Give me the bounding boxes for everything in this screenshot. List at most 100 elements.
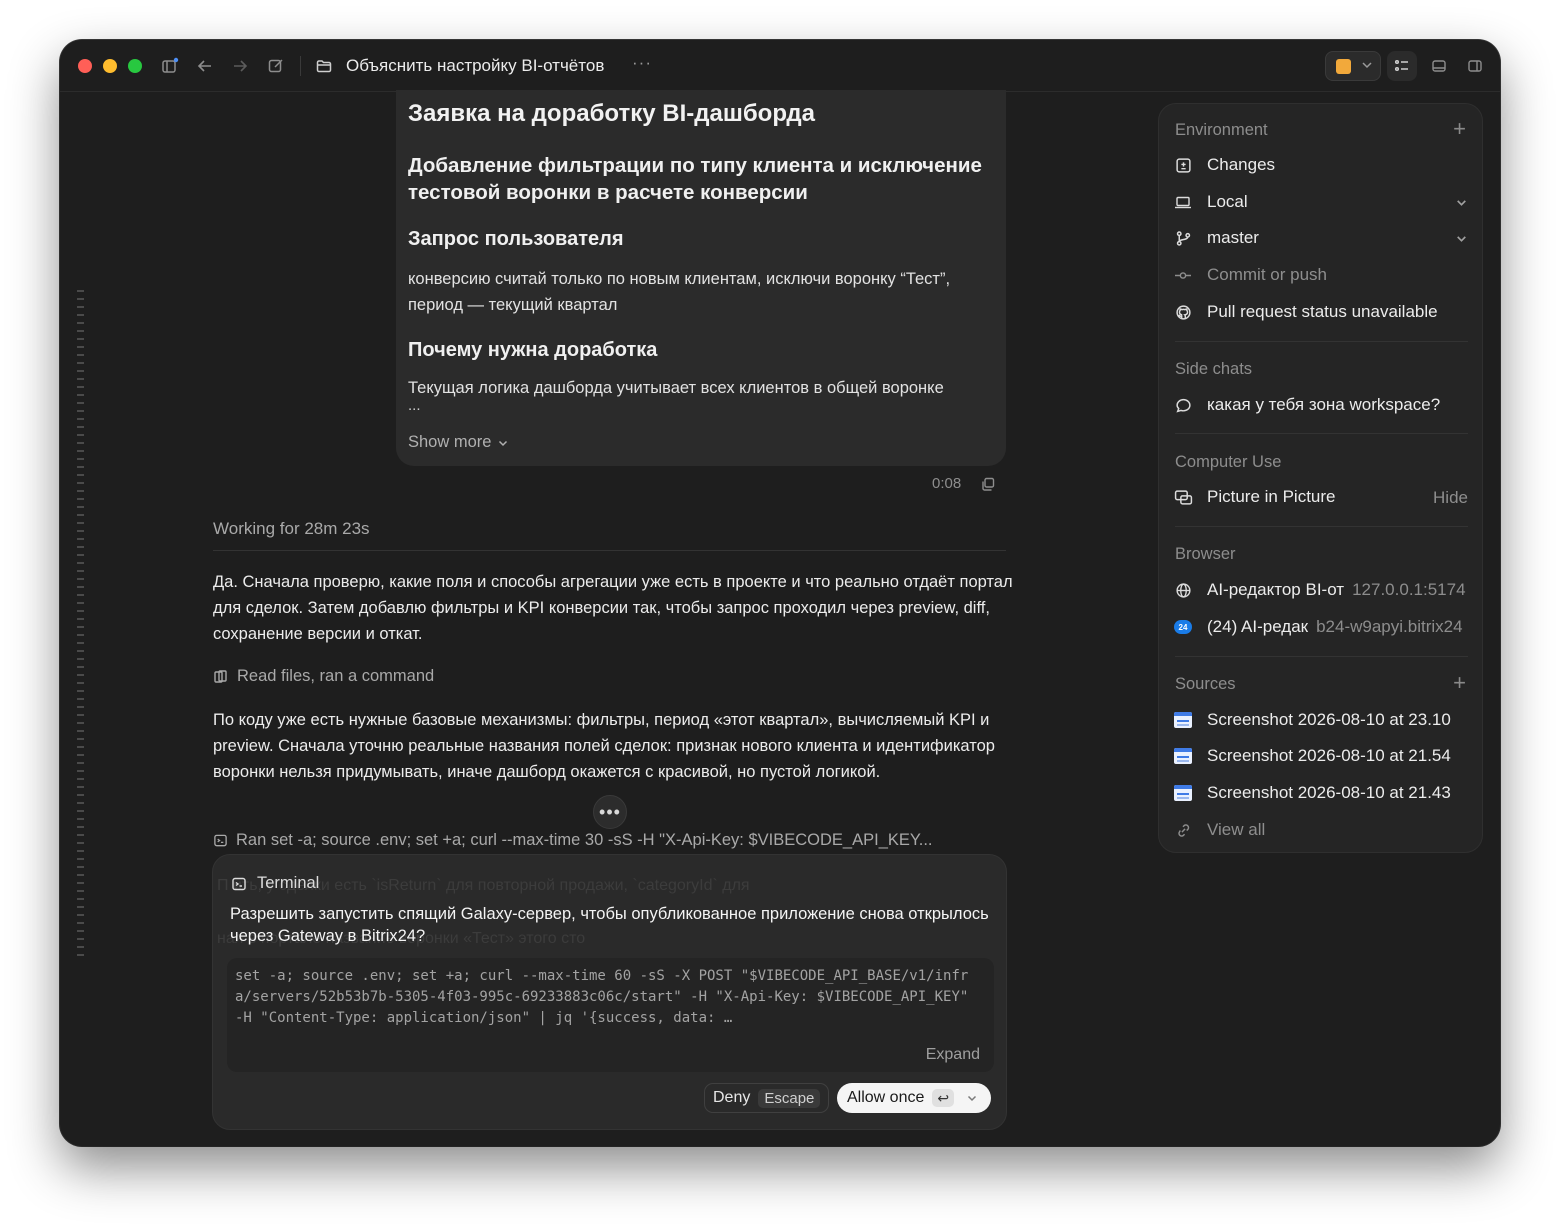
sidebar-toggle-icon[interactable] [158, 54, 182, 78]
section-divider [1175, 656, 1468, 657]
sidebar-item-label: Picture in Picture [1207, 487, 1336, 506]
back-arrow-icon[interactable] [193, 54, 217, 78]
source-file-name: Screenshot 2026-08-10 at 21.54 [1207, 746, 1451, 765]
scroll-position-rail[interactable] [77, 290, 84, 962]
sidebar-item-browser-tab[interactable]: AI-редактор BI-от 127.0.0.1:5174 [1173, 578, 1469, 602]
chat-bubble-icon [1173, 395, 1193, 415]
working-status[interactable]: Working for 28m 23s [213, 519, 370, 539]
bitrix24-icon: 24 [1173, 617, 1193, 637]
add-environment-button[interactable]: + [1453, 118, 1466, 140]
sidebar-item-label: Commit or push [1207, 265, 1327, 284]
browser-tab-title: (24) AI-редак [1207, 617, 1309, 636]
copy-icon[interactable] [980, 476, 996, 492]
request-subheading: Добавление фильтрации по типу клиента и … [408, 154, 982, 204]
chevron-down-icon [1360, 58, 1374, 77]
chevron-down-icon[interactable] [966, 1092, 978, 1104]
sources-section-title: Sources [1175, 675, 1236, 693]
sidebar-item-commit[interactable]: Commit or push [1173, 263, 1469, 287]
view-all-sources-button[interactable]: View all [1173, 818, 1469, 842]
diff-icon [1173, 155, 1193, 175]
section-divider [1175, 526, 1468, 527]
user-request-heading: Запрос пользователя [408, 228, 624, 250]
sidebar-item-changes[interactable]: Changes [1173, 153, 1469, 177]
sidebar-item-source[interactable]: Screenshot 2026-08-10 at 21.43 [1173, 781, 1469, 805]
chevron-down-icon [499, 440, 508, 446]
close-window-button[interactable] [78, 59, 92, 73]
tool-activity-label: Read files, ran a command [237, 667, 435, 685]
user-request-text: конверсию считай только по новым клиента… [408, 270, 951, 314]
sidebar-item-pull-request[interactable]: Pull request status unavailable [1173, 300, 1469, 324]
why-text: Текущая логика дашборда учитывает всех к… [408, 379, 944, 397]
bottom-panel-toggle-icon[interactable] [1427, 54, 1451, 78]
sidebar-item-branch[interactable]: master [1173, 226, 1469, 250]
computer-use-section-title: Computer Use [1175, 453, 1282, 471]
picture-in-picture-icon [1173, 487, 1193, 507]
show-more-button[interactable]: Show more [408, 433, 509, 452]
more-actions-button[interactable]: ••• [593, 795, 627, 829]
command-preview: set -a; source .env; set +a; curl --max-… [227, 958, 994, 1072]
command-text: set -a; source .env; set +a; curl --max-… [235, 968, 969, 1026]
git-branch-icon [1173, 228, 1193, 248]
sidebar-item-label: master [1207, 228, 1259, 247]
forward-arrow-icon[interactable] [228, 54, 252, 78]
user-request-card: Заявка на доработку BI-дашборда Добавлен… [396, 90, 1006, 466]
task-list-button[interactable] [1387, 51, 1417, 81]
browser-tab-title: AI-редактор BI-от [1207, 580, 1345, 599]
terminal-label: Terminal [257, 874, 320, 892]
expand-command-button[interactable]: Expand [926, 1046, 980, 1064]
permission-question: Разрешить запустить спящий Galaxy-сервер… [230, 905, 989, 945]
link-icon [1173, 820, 1193, 840]
screenshot-file-icon [1173, 710, 1193, 730]
git-commit-icon [1173, 265, 1193, 285]
section-divider [1175, 433, 1468, 434]
folder-icon [312, 54, 336, 78]
sidebar-item-label: Local [1207, 192, 1248, 211]
minimize-window-button[interactable] [103, 59, 117, 73]
title-bar-separator [300, 56, 301, 76]
terminal-approval-card: П ить, у сделки есть `isReturn` для повт… [212, 854, 1007, 1130]
model-logo-icon [1336, 59, 1351, 74]
sidebar-item-label: Pull request status unavailable [1207, 302, 1438, 321]
zoom-window-button[interactable] [128, 59, 142, 73]
show-more-label: Show more [408, 433, 492, 451]
title-more-button[interactable]: ··· [632, 53, 652, 73]
model-selector-button[interactable] [1325, 51, 1381, 81]
context-sidebar: Environment + Changes Local master Commi… [1158, 103, 1483, 853]
side-chats-section-title: Side chats [1175, 360, 1253, 378]
add-source-button[interactable]: + [1453, 672, 1466, 694]
github-icon [1173, 302, 1193, 322]
why-ellipsis: ... [408, 397, 421, 414]
browser-tab-url: 127.0.0.1:5174 [1352, 580, 1466, 599]
sidebar-item-side-chat[interactable]: какая у тебя зона workspace? [1173, 393, 1469, 417]
sidebar-item-local[interactable]: Local [1173, 190, 1469, 214]
app-window: Объяснить настройку BI-отчётов ··· Заявк… [60, 40, 1500, 1146]
allow-once-label: Allow once [847, 1089, 925, 1106]
sidebar-item-browser-tab[interactable]: 24 (24) AI-редак b24-w9apyi.bitrix24 [1173, 615, 1469, 639]
laptop-icon [1173, 192, 1193, 212]
tool-activity-read-files[interactable]: Read files, ran a command [213, 667, 434, 686]
enter-shortcut-badge: ↩ [932, 1089, 955, 1107]
chevron-down-icon[interactable] [1455, 232, 1468, 245]
sidebar-item-label: Changes [1207, 155, 1276, 174]
environment-section-title: Environment [1175, 121, 1268, 139]
sidebar-item-picture-in-picture[interactable]: Picture in Picture [1173, 485, 1413, 509]
request-heading: Заявка на доработку BI-дашборда [408, 100, 815, 127]
new-chat-edit-icon[interactable] [264, 54, 288, 78]
window-title: Объяснить настройку BI-отчётов [346, 56, 605, 75]
deny-label: Deny [713, 1089, 751, 1106]
source-file-name: Screenshot 2026-08-10 at 23.10 [1207, 710, 1451, 729]
assistant-message-1: Да. Сначала проверю, какие поля и способ… [213, 573, 1013, 643]
allow-once-button[interactable]: Allow once ↩ [837, 1083, 991, 1113]
sidebar-item-source[interactable]: Screenshot 2026-08-10 at 21.54 [1173, 744, 1469, 768]
screenshot-file-icon [1173, 783, 1193, 803]
sidebar-item-source[interactable]: Screenshot 2026-08-10 at 23.10 [1173, 708, 1469, 732]
hide-button[interactable]: Hide [1433, 488, 1468, 508]
chevron-down-icon[interactable] [1455, 196, 1468, 209]
escape-shortcut-badge: Escape [758, 1088, 821, 1108]
right-panel-toggle-icon[interactable] [1463, 54, 1487, 78]
source-file-name: Screenshot 2026-08-10 at 21.43 [1207, 783, 1451, 802]
browser-tab-url: b24-w9apyi.bitrix24 [1316, 617, 1463, 636]
tool-activity-ran-command[interactable]: Ran set -a; source .env; set +a; curl --… [213, 831, 1006, 850]
deny-button[interactable]: Deny Escape [704, 1083, 830, 1113]
screenshot-file-icon [1173, 746, 1193, 766]
